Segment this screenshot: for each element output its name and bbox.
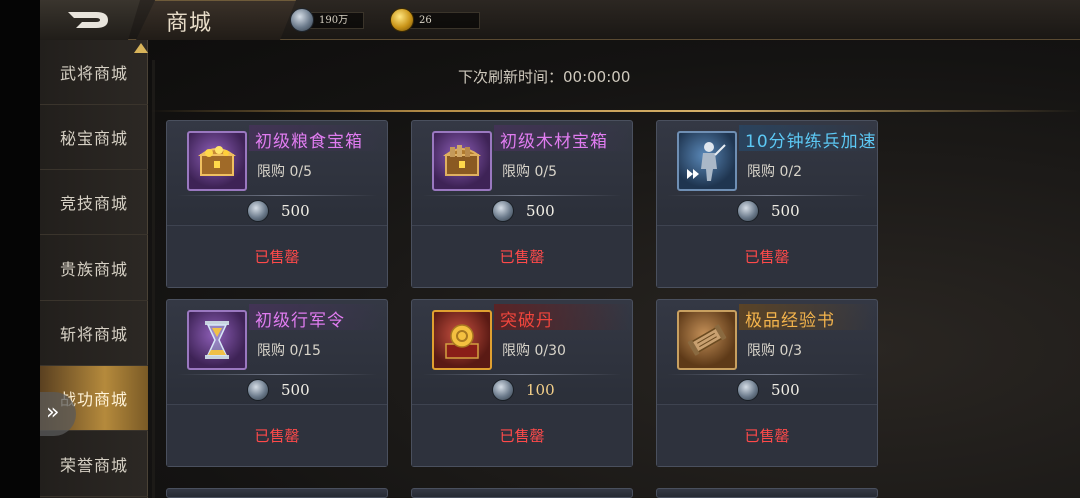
card-divider bbox=[667, 374, 867, 375]
breakthrough-pill-icon bbox=[432, 310, 492, 370]
shop-screen: 商城 190万 26 武将商城 秘宝商城 竞技商城 贵族商城 斩将商城 战功商城… bbox=[0, 0, 1080, 498]
silver-coin-icon bbox=[492, 200, 514, 222]
silver-coin-icon bbox=[737, 200, 759, 222]
purchase-limit: 限购 0/5 bbox=[257, 164, 312, 180]
item-price: 500 bbox=[771, 381, 800, 399]
buy-button[interactable]: 已售罄 bbox=[167, 225, 387, 287]
card-divider bbox=[422, 374, 622, 375]
sidebar-item-label: 竞技商城 bbox=[59, 194, 128, 213]
card-divider bbox=[422, 195, 622, 196]
treasure-chest-icon bbox=[432, 131, 492, 191]
sidebar-item-label: 贵族商城 bbox=[59, 260, 128, 279]
shop-item-card[interactable]: 10分钟练兵加速 限购 0/2 500 已售罄 bbox=[656, 120, 878, 288]
purchase-limit: 限购 0/15 bbox=[257, 343, 321, 359]
buy-button[interactable]: 已售罄 bbox=[412, 404, 632, 466]
sidebar-item-label: 秘宝商城 bbox=[59, 129, 128, 148]
sidebar-scrollbar[interactable] bbox=[152, 60, 155, 498]
gold-amount: 26 bbox=[408, 12, 480, 29]
sidebar-item-general-shop[interactable]: 武将商城 bbox=[40, 40, 148, 105]
card-divider bbox=[177, 195, 377, 196]
item-name: 10分钟练兵加速 bbox=[745, 132, 877, 152]
item-price: 500 bbox=[526, 202, 555, 220]
treasure-chest-icon bbox=[187, 131, 247, 191]
shop-item-card[interactable] bbox=[166, 488, 388, 498]
shop-item-card[interactable] bbox=[656, 488, 878, 498]
scroll-up-arrow-icon bbox=[134, 43, 148, 53]
silver-coin-icon bbox=[247, 379, 269, 401]
sidebar-item-treasure-shop[interactable]: 秘宝商城 bbox=[40, 105, 148, 170]
sold-out-label: 已售罄 bbox=[254, 248, 300, 266]
purchase-limit: 限购 0/3 bbox=[747, 343, 802, 359]
shop-item-card[interactable]: 初级粮食宝箱 限购 0/5 500 已售罄 bbox=[166, 120, 388, 288]
sidebar-item-arena-shop[interactable]: 竞技商城 bbox=[40, 170, 148, 235]
sidebar-item-honor-shop[interactable]: 荣誉商城 bbox=[40, 432, 148, 497]
sidebar-item-noble-shop[interactable]: 贵族商城 bbox=[40, 236, 148, 301]
gold-coin-icon bbox=[390, 8, 414, 32]
screen-edge bbox=[0, 0, 40, 498]
sold-out-label: 已售罄 bbox=[499, 427, 545, 445]
item-name: 初级行军令 bbox=[255, 311, 345, 331]
page-title: 商城 bbox=[166, 11, 213, 36]
buy-button[interactable]: 已售罄 bbox=[657, 225, 877, 287]
purchase-limit: 限购 0/5 bbox=[502, 164, 557, 180]
sold-out-label: 已售罄 bbox=[254, 427, 300, 445]
header-divider bbox=[150, 110, 1080, 112]
soldier-speedup-icon bbox=[677, 131, 737, 191]
refresh-timer: 下次刷新时间：00:00:00 bbox=[458, 68, 631, 86]
item-name: 突破丹 bbox=[500, 311, 554, 331]
sold-out-label: 已售罄 bbox=[499, 248, 545, 266]
page-title-tab: 商城 bbox=[136, 0, 296, 40]
shop-item-card[interactable]: 突破丹 限购 0/30 100 已售罄 bbox=[411, 299, 633, 467]
purchase-limit: 限购 0/30 bbox=[502, 343, 566, 359]
sold-out-label: 已售罄 bbox=[744, 427, 790, 445]
card-divider bbox=[667, 195, 867, 196]
silver-coin-icon bbox=[737, 379, 759, 401]
item-name: 初级粮食宝箱 bbox=[255, 132, 363, 152]
silver-coin-icon bbox=[247, 200, 269, 222]
hourglass-icon bbox=[187, 310, 247, 370]
shop-item-card[interactable] bbox=[411, 488, 633, 498]
top-bar: 商城 190万 26 bbox=[40, 0, 1080, 40]
sidebar-item-label: 斩将商城 bbox=[59, 325, 128, 344]
item-price: 500 bbox=[771, 202, 800, 220]
silver-coin-icon bbox=[290, 8, 314, 32]
buy-button[interactable]: 已售罄 bbox=[657, 404, 877, 466]
sold-out-label: 已售罄 bbox=[744, 248, 790, 266]
buy-button[interactable]: 已售罄 bbox=[412, 225, 632, 287]
item-price: 100 bbox=[526, 381, 555, 399]
buy-button[interactable]: 已售罄 bbox=[167, 404, 387, 466]
shop-item-card[interactable]: 初级木材宝箱 限购 0/5 500 已售罄 bbox=[411, 120, 633, 288]
card-divider bbox=[177, 374, 377, 375]
item-name: 初级木材宝箱 bbox=[500, 132, 608, 152]
sidebar-item-label: 武将商城 bbox=[59, 64, 128, 83]
exp-book-icon bbox=[677, 310, 737, 370]
shop-item-card[interactable]: 极品经验书 限购 0/3 500 已售罄 bbox=[656, 299, 878, 467]
back-button[interactable] bbox=[40, 0, 140, 40]
item-name: 极品经验书 bbox=[745, 311, 835, 331]
item-price: 500 bbox=[281, 381, 310, 399]
shop-item-card[interactable]: 初级行军令 限购 0/15 500 已售罄 bbox=[166, 299, 388, 467]
sidebar-item-slay-shop[interactable]: 斩将商城 bbox=[40, 301, 148, 366]
double-chevron-right-icon: » bbox=[46, 400, 60, 425]
silver-amount: 190万 bbox=[308, 12, 364, 29]
purchase-limit: 限购 0/2 bbox=[747, 164, 802, 180]
sidebar-item-label: 荣誉商城 bbox=[59, 456, 128, 475]
silver-coin-icon bbox=[492, 379, 514, 401]
item-price: 500 bbox=[281, 202, 310, 220]
back-arrow-icon bbox=[68, 12, 108, 28]
